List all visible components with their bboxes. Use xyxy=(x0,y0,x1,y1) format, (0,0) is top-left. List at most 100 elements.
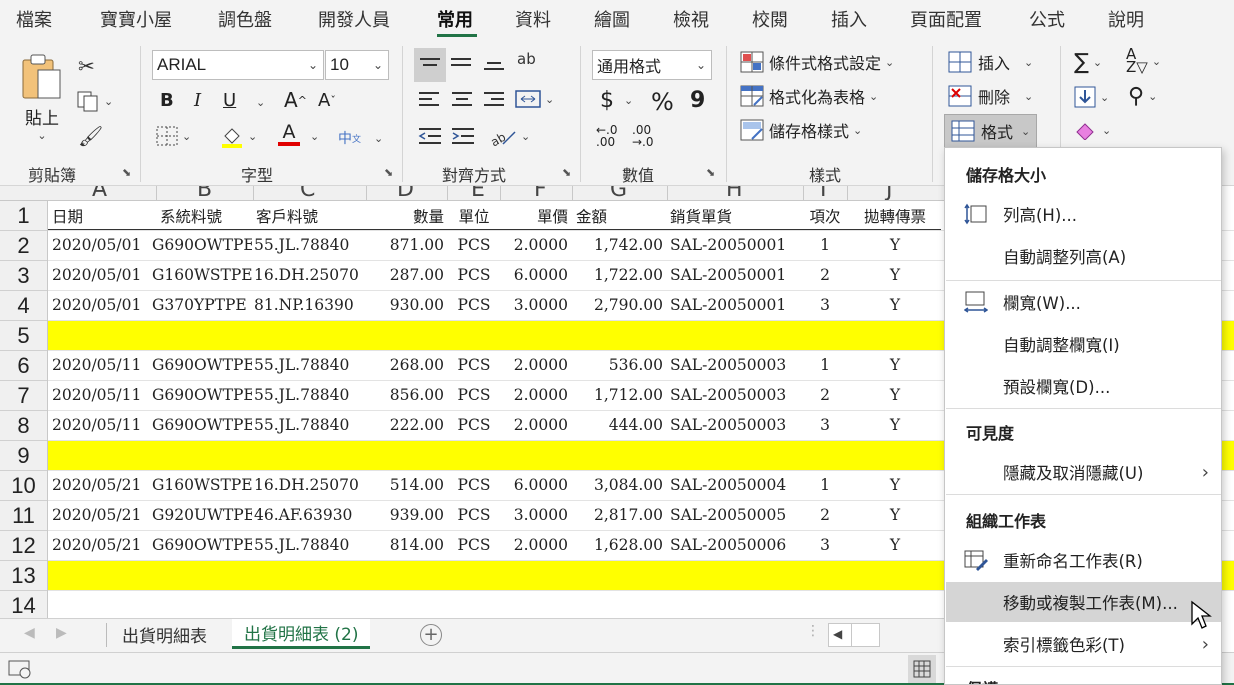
table-cell[interactable] xyxy=(570,321,663,350)
table-cell[interactable]: G690OWTPE xyxy=(152,531,252,560)
format-painter-icon[interactable]: 🖌 xyxy=(78,124,103,148)
table-cell[interactable]: 2 xyxy=(803,501,847,530)
tab-file[interactable]: 檔案 xyxy=(16,6,52,32)
table-cell[interactable]: Y xyxy=(853,411,937,440)
column-header-a[interactable]: A xyxy=(92,186,107,200)
find-select-button[interactable]: ⚲ ⌄ xyxy=(1128,84,1157,109)
header-cell[interactable]: 單價 xyxy=(500,201,568,230)
table-cell[interactable]: SAL-20050003 xyxy=(670,411,800,440)
table-cell[interactable] xyxy=(853,561,937,590)
table-cell[interactable]: 287.00 xyxy=(366,261,444,290)
increase-indent-button[interactable] xyxy=(451,126,475,146)
sheet-tab-active[interactable]: 出貨明細表 (2) xyxy=(232,619,371,649)
table-cell[interactable]: 871.00 xyxy=(366,231,444,260)
format-cells-button[interactable]: 格式 ⌄ xyxy=(944,114,1038,148)
table-cell[interactable]: PCS xyxy=(448,471,500,500)
table-cell[interactable]: 6.0000 xyxy=(500,471,568,500)
header-cell[interactable]: 項次 xyxy=(803,201,847,230)
table-cell[interactable] xyxy=(570,561,663,590)
table-cell[interactable]: SAL-20050001 xyxy=(670,261,800,290)
table-cell[interactable] xyxy=(366,441,444,470)
row-header[interactable]: 3 xyxy=(0,261,47,291)
tab-data[interactable]: 資料 xyxy=(515,6,551,32)
table-cell[interactable]: 2 xyxy=(803,261,847,290)
table-cell[interactable]: 2020/05/11 xyxy=(52,411,152,440)
table-cell[interactable]: 1,742.00 xyxy=(570,231,663,260)
column-header-d[interactable]: D xyxy=(397,186,414,200)
table-cell[interactable]: 81.NP.16390 xyxy=(254,291,364,320)
table-cell[interactable] xyxy=(853,321,937,350)
dialog-launcher-icon[interactable]: ⬊ xyxy=(384,166,393,179)
table-cell[interactable]: Y xyxy=(853,501,937,530)
table-cell[interactable] xyxy=(803,561,847,590)
table-cell[interactable] xyxy=(152,321,252,350)
table-cell[interactable]: 1 xyxy=(803,231,847,260)
font-size-box[interactable]: 10 ⌄ xyxy=(325,50,389,80)
column-header-i[interactable]: I xyxy=(820,186,827,200)
percent-button[interactable]: % xyxy=(651,88,674,116)
table-cell[interactable]: 55.JL.78840 xyxy=(254,411,364,440)
menu-item-row-height[interactable]: 列高(H)... xyxy=(946,194,1221,234)
table-cell[interactable]: PCS xyxy=(448,411,500,440)
table-cell[interactable] xyxy=(152,441,252,470)
row-header[interactable]: 8 xyxy=(0,411,47,441)
format-as-table-button[interactable]: 格式化為表格 ⌄ xyxy=(740,84,878,108)
autosum-button[interactable]: ∑ ⌄ xyxy=(1074,50,1102,75)
scroll-right-icon[interactable]: ▶ xyxy=(56,625,67,641)
menu-item-rename-sheet[interactable]: 重新命名工作表(R) xyxy=(946,540,1221,580)
table-cell[interactable] xyxy=(500,561,568,590)
table-cell[interactable] xyxy=(500,321,568,350)
table-cell[interactable]: 1,712.00 xyxy=(570,381,663,410)
table-cell[interactable]: 2020/05/01 xyxy=(52,231,152,260)
table-cell[interactable]: 2.0000 xyxy=(500,411,568,440)
table-cell[interactable]: 55.JL.78840 xyxy=(254,531,364,560)
table-cell[interactable]: 2.0000 xyxy=(500,531,568,560)
merge-center-button[interactable]: ⌄ xyxy=(515,88,554,110)
table-cell[interactable]: PCS xyxy=(448,381,500,410)
table-cell[interactable] xyxy=(570,441,663,470)
fill-button[interactable]: ⌄ xyxy=(1074,86,1109,108)
table-cell[interactable]: PCS xyxy=(448,501,500,530)
shrink-font-button[interactable]: Aˇ xyxy=(318,90,336,111)
header-cell[interactable]: 單位 xyxy=(448,201,500,230)
tab-home[interactable]: 常用 xyxy=(437,6,473,32)
chevron-down-icon[interactable]: ⌄ xyxy=(310,130,319,143)
table-cell[interactable]: 3.0000 xyxy=(500,501,568,530)
dialog-launcher-icon[interactable]: ⬊ xyxy=(706,166,715,179)
table-cell[interactable] xyxy=(254,441,364,470)
row-header[interactable]: 5 xyxy=(0,321,47,351)
row-header[interactable]: 4 xyxy=(0,291,47,321)
menu-item-tab-color[interactable]: 索引標籤色彩(T) › xyxy=(946,624,1221,664)
scroll-left-arrow-icon[interactable]: ◀ xyxy=(833,627,842,641)
header-cell[interactable]: 金額 xyxy=(576,201,666,230)
align-left-button[interactable] xyxy=(418,90,440,110)
table-cell[interactable] xyxy=(448,561,500,590)
tab-baby-house[interactable]: 寶寶小屋 xyxy=(100,6,172,32)
copy-button[interactable]: ⌄ xyxy=(76,90,113,112)
table-cell[interactable] xyxy=(448,321,500,350)
currency-button[interactable]: $ ⌄ xyxy=(600,88,633,113)
table-cell[interactable]: 2,790.00 xyxy=(570,291,663,320)
table-cell[interactable]: 2.0000 xyxy=(500,381,568,410)
font-color-button[interactable]: A xyxy=(278,122,300,146)
chevron-down-icon[interactable]: ⌄ xyxy=(256,96,265,109)
cell-styles-button[interactable]: 儲存格樣式 ⌄ xyxy=(740,118,862,142)
dialog-launcher-icon[interactable]: ⬊ xyxy=(122,166,131,179)
paste-button[interactable]: 貼上 ⌄ xyxy=(20,52,64,142)
table-cell[interactable]: G160WSTPE xyxy=(152,261,252,290)
table-cell[interactable] xyxy=(254,321,364,350)
tab-page-layout[interactable]: 頁面配置 xyxy=(910,6,982,32)
row-header[interactable]: 13 xyxy=(0,561,47,591)
table-cell[interactable]: SAL-20050003 xyxy=(670,381,800,410)
sheet-tab[interactable]: 出貨明細表 xyxy=(118,619,211,649)
table-cell[interactable]: 1 xyxy=(803,351,847,380)
table-cell[interactable]: SAL-20050001 xyxy=(670,231,800,260)
underline-button[interactable]: U xyxy=(223,90,236,111)
grow-font-button[interactable]: A ^ xyxy=(284,88,307,112)
table-cell[interactable]: SAL-20050003 xyxy=(670,351,800,380)
column-header-j[interactable]: J xyxy=(886,186,893,200)
table-cell[interactable]: 2.0000 xyxy=(500,231,568,260)
tab-help[interactable]: 說明 xyxy=(1108,6,1144,32)
chevron-down-icon[interactable]: ⌄ xyxy=(374,132,383,145)
table-cell[interactable] xyxy=(366,561,444,590)
